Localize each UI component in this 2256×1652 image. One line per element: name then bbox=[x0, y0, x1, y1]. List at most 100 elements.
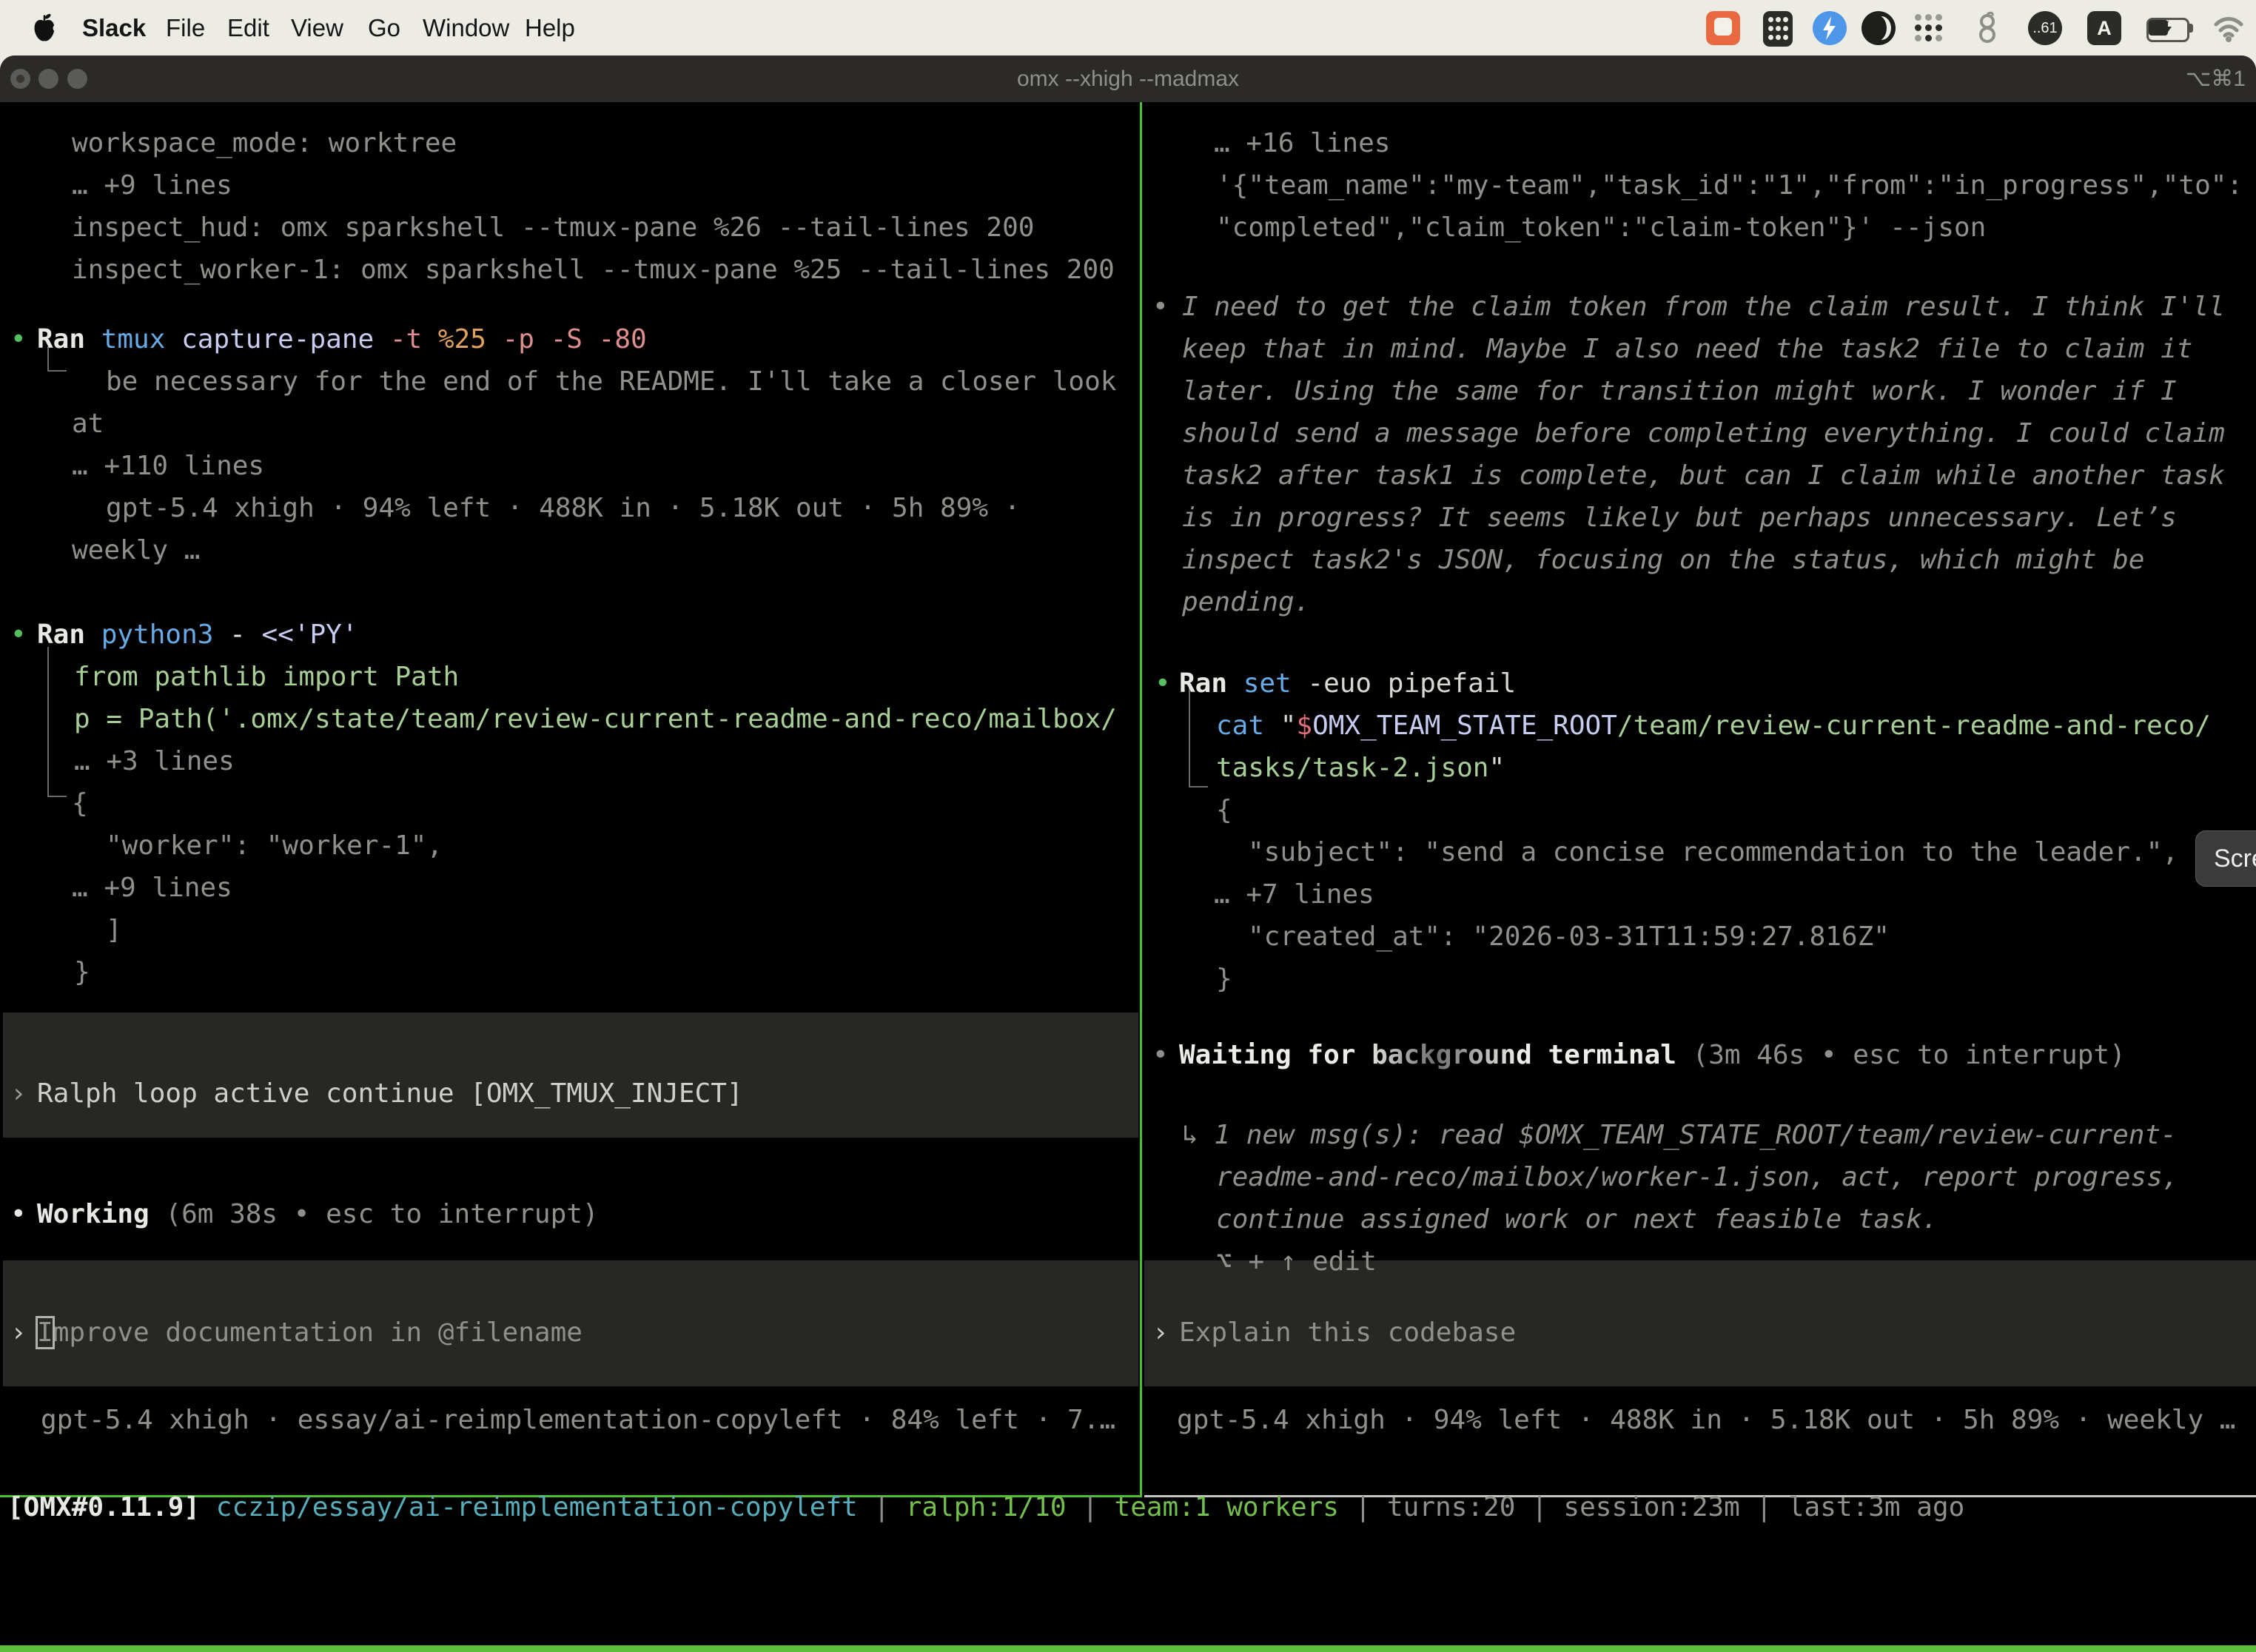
terminal-line: "completed","claim_token":"claim-token"}… bbox=[0, 206, 2256, 249]
text-segment: I need to get the claim token from the c… bbox=[1182, 292, 2225, 322]
tmux-status-bar: [omx-cczip0:bash* "MacBook-Pro-44.local"… bbox=[0, 1645, 2256, 1652]
text-run: cat "$OMX_TEAM_STATE_ROOT/team/review-cu… bbox=[1216, 705, 2211, 747]
text-segment: session:23m bbox=[1563, 1492, 1739, 1522]
terminal-line: should send a message before completing … bbox=[0, 412, 2256, 454]
terminal-line: later. Using the same for transition mig… bbox=[0, 370, 2256, 412]
text-run: Explain this codebase bbox=[1179, 1312, 1516, 1354]
text-run: ↳ 1 new msg(s): read $OMX_TEAM_STATE_ROO… bbox=[1182, 1114, 2177, 1156]
terminal-line: keep that in mind. Maybe I also need the… bbox=[0, 328, 2256, 370]
text-segment: inspect_worker-1: omx sparkshell --tmux-… bbox=[72, 255, 1115, 285]
text-segment: (3m 46s • esc to interrupt) bbox=[1693, 1040, 2126, 1070]
menu-file[interactable]: File bbox=[166, 0, 205, 56]
text-segment: "subject": "send a concise recommendatio… bbox=[1248, 837, 2178, 867]
text-segment: ralph:1/10 bbox=[906, 1492, 1067, 1522]
text-run: I need to get the claim token from the c… bbox=[1182, 286, 2225, 328]
text-segment: keep that in mind. Maybe I also need the… bbox=[1182, 334, 2192, 364]
terminal-line: •Ran set -euo pipefail bbox=[0, 662, 2256, 705]
text-run: pending. bbox=[1182, 581, 1310, 623]
text-run: } bbox=[1216, 958, 1232, 1000]
terminal-line: '{"team_name":"my-team","task_id":"1","f… bbox=[0, 164, 2256, 206]
terminal-line: … +16 lines bbox=[0, 122, 2256, 164]
text-run: Waiting for background terminal (3m 46s … bbox=[1179, 1034, 2126, 1076]
text-run: '{"team_name":"my-team","task_id":"1","f… bbox=[1216, 164, 2243, 206]
ralph-status-line: › Ralph loop active continue [OMX_TMUX_IN… bbox=[0, 1072, 2256, 1115]
text-run: ⌥ + ↑ edit bbox=[1216, 1240, 1377, 1283]
screen-record-tail bbox=[1713, 38, 1726, 45]
terminal-line: pending. bbox=[0, 581, 2256, 623]
text-segment: <<'PY' bbox=[261, 620, 357, 650]
text-segment: " bbox=[1280, 711, 1297, 741]
menu-window[interactable]: Window bbox=[423, 0, 509, 56]
text-segment: { bbox=[1216, 795, 1232, 825]
dots-grid-icon[interactable] bbox=[1912, 11, 1946, 45]
tmux-window-tab[interactable]: [omx-cczip0:bash* bbox=[7, 1645, 265, 1652]
text-segment: | bbox=[858, 1492, 906, 1522]
text-segment: 1 new msg(s): read $OMX_TEAM_STATE_ROOT/… bbox=[1214, 1120, 2176, 1150]
tmux-host-clock: "MacBook-Pro-44.local" 05:03 31-Mar-26 bbox=[1674, 1645, 2250, 1652]
text-run: • bbox=[1152, 286, 1169, 328]
text-segment: later. Using the same for transition mig… bbox=[1182, 376, 2177, 406]
input-source-icon[interactable]: A bbox=[2087, 11, 2121, 45]
text-segment: turns:20 bbox=[1387, 1492, 1515, 1522]
text-segment: inspect task2's JSON, focusing on the st… bbox=[1182, 545, 2144, 575]
keypad-icon[interactable] bbox=[1763, 11, 1793, 47]
wifi-icon[interactable] bbox=[2212, 11, 2246, 45]
window-title-bar[interactable]: omx --xhigh --madmax ⌥⌘1 bbox=[0, 56, 2256, 103]
text-run: task2 after task1 is complete, but can I… bbox=[1182, 454, 2225, 497]
terminal-line: tasks/task-2.json" bbox=[0, 747, 2256, 789]
menu-go[interactable]: Go bbox=[368, 0, 400, 56]
bolt-badge-icon[interactable] bbox=[1813, 11, 1847, 45]
text-segment: last:3m ago bbox=[1788, 1492, 1964, 1522]
text-run: "created_at": "2026-03-31T11:59:27.816Z" bbox=[1248, 916, 1890, 958]
prompt-input-right[interactable]: › Explain this codebase bbox=[0, 1312, 2256, 1354]
text-segment: … +7 lines bbox=[1214, 879, 1374, 910]
text-run: continue assigned work or next feasible … bbox=[1216, 1198, 1938, 1240]
text-run: "subject": "send a concise recommendatio… bbox=[1248, 831, 2178, 873]
screen: Slack File Edit View Go Window Help bbox=[0, 0, 2256, 1652]
text-run: Ralph loop active continue [OMX_TMUX_INJ… bbox=[37, 1072, 743, 1115]
seahorse-icon[interactable] bbox=[1970, 11, 2004, 45]
text-segment: • bbox=[1152, 292, 1169, 322]
menu-app-name[interactable]: Slack bbox=[82, 0, 146, 56]
terminal-line: inspect task2's JSON, focusing on the st… bbox=[0, 539, 2256, 581]
text-segment: should send a message before completing … bbox=[1182, 418, 2225, 449]
text-run: readme-and-reco/mailbox/worker-1.json, a… bbox=[1216, 1156, 2178, 1198]
text-segment: gpt-5.4 xhigh · 94% left · 488K in · 5.1… bbox=[1177, 1405, 2235, 1435]
text-segment: "completed","claim_token":"claim-token"}… bbox=[1216, 212, 1986, 243]
screen-record-icon[interactable] bbox=[1706, 11, 1740, 45]
terminal-line: • I need to get the claim token from the … bbox=[0, 286, 2256, 328]
text-run: "completed","claim_token":"claim-token"}… bbox=[1216, 206, 1986, 249]
battery-badge-icon[interactable]: ..61 bbox=[2028, 11, 2062, 45]
menu-help[interactable]: Help bbox=[525, 0, 575, 56]
text-segment: " bbox=[1488, 753, 1505, 783]
moon-circle-icon[interactable] bbox=[1861, 11, 1896, 45]
text-segment: | bbox=[1740, 1492, 1788, 1522]
screen-tooltip: Scre bbox=[2195, 830, 2256, 887]
menu-edit[interactable]: Edit bbox=[227, 0, 269, 56]
battery-icon[interactable] bbox=[2146, 11, 2194, 45]
text-run: [OMX#0.11.9] cczip/essay/ai-reimplementa… bbox=[7, 1486, 1964, 1528]
text-run: › bbox=[10, 1072, 27, 1115]
text-run: should send a message before completing … bbox=[1182, 412, 2225, 454]
terminal-line: ⌥ + ↑ edit bbox=[0, 1240, 2256, 1283]
text-segment: • bbox=[1155, 668, 1171, 699]
menu-view[interactable]: View bbox=[291, 0, 343, 56]
terminal-line: "subject": "send a concise recommendatio… bbox=[0, 831, 2256, 873]
text-segment: set bbox=[1243, 668, 1308, 699]
text-segment: - bbox=[229, 620, 261, 650]
apple-menu-icon[interactable] bbox=[32, 13, 57, 43]
text-segment: Ralph loop active continue [OMX_TMUX_INJ… bbox=[37, 1078, 743, 1109]
text-segment: OMX_TEAM_STATE_ROOT bbox=[1312, 711, 1617, 741]
text-segment: '{"team_name":"my-team","task_id":"1","f… bbox=[1216, 170, 2243, 201]
text-run: • bbox=[1152, 1034, 1169, 1076]
text-segment: continue assigned work or next feasible … bbox=[1216, 1204, 1938, 1235]
text-segment: Waiting for background terminal bbox=[1179, 1040, 1693, 1070]
text-segment: ⌥ + ↑ edit bbox=[1216, 1246, 1377, 1277]
text-segment: "created_at": "2026-03-31T11:59:27.816Z" bbox=[1248, 921, 1890, 952]
text-segment: python3 bbox=[101, 620, 229, 650]
text-segment: › bbox=[1152, 1317, 1169, 1348]
terminal-content: workspace_mode: worktree… +9 linesinspec… bbox=[0, 102, 2256, 1652]
terminal-line: { bbox=[0, 789, 2256, 831]
terminal-line: continue assigned work or next feasible … bbox=[0, 1198, 2256, 1240]
text-run: inspect task2's JSON, focusing on the st… bbox=[1182, 539, 2144, 581]
